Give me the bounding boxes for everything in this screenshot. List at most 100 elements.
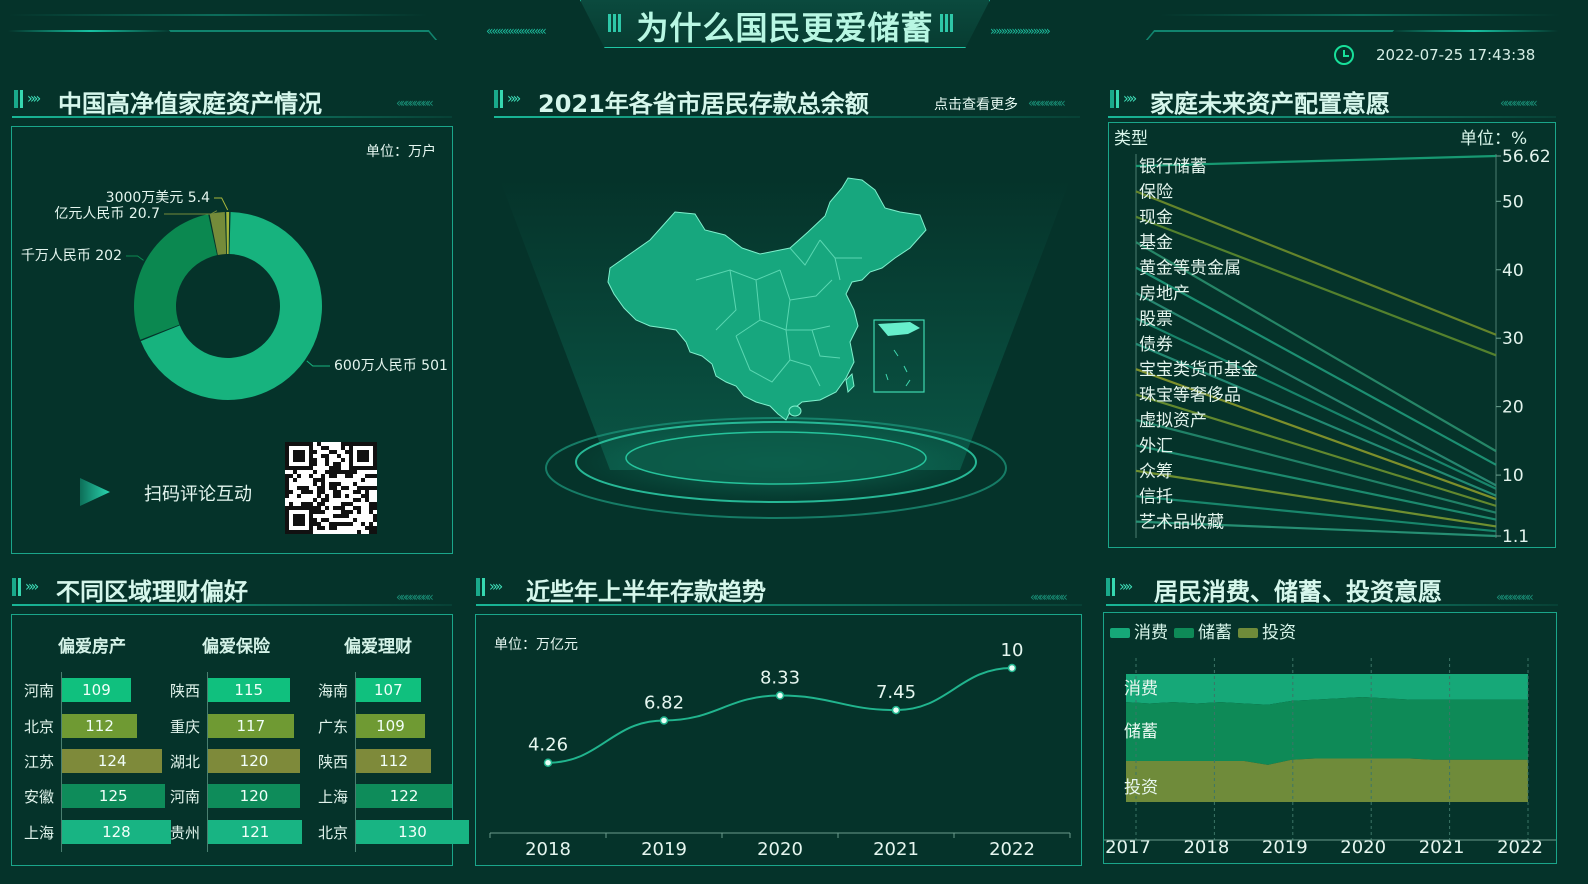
legend-swatch xyxy=(1110,628,1130,638)
map-more-link[interactable]: 点击查看更多 xyxy=(934,94,1018,114)
slope-category-label: 现金 xyxy=(1139,208,1173,228)
title-underline xyxy=(1106,604,1558,606)
qr-cell xyxy=(285,474,289,478)
qr-cell xyxy=(313,518,317,522)
qr-cell xyxy=(329,450,333,454)
slope-category-label: 黄金等贵金属 xyxy=(1139,259,1241,279)
qr-cell xyxy=(329,470,333,474)
slope-tick-label: 10 xyxy=(1502,466,1524,486)
donut-label: 600万人民币 501 xyxy=(334,358,448,374)
trend-value-label: 10 xyxy=(1001,640,1024,661)
qr-cell xyxy=(325,458,329,462)
qr-cell xyxy=(313,506,317,510)
donut-leader xyxy=(306,360,330,367)
qr-cell xyxy=(333,462,337,466)
title-tail: «««««««« xyxy=(1496,590,1534,604)
qr-cell xyxy=(365,526,369,530)
qr-cell xyxy=(285,486,289,490)
qr-cell xyxy=(357,486,361,490)
qr-cell xyxy=(361,522,365,526)
qr-finder-core xyxy=(357,450,369,462)
qr-cell xyxy=(285,478,289,482)
intent-area xyxy=(1126,697,1528,765)
qr-cell xyxy=(345,514,349,518)
qr-cell xyxy=(341,522,345,526)
qr-cell xyxy=(313,462,317,466)
slope-category-label: 珠宝等奢侈品 xyxy=(1139,386,1241,406)
qr-cell xyxy=(317,478,321,482)
qr-cell xyxy=(313,498,317,502)
qr-cell xyxy=(337,506,341,510)
qr-cell xyxy=(313,482,317,486)
qr-cell xyxy=(333,522,337,526)
qr-cell xyxy=(353,470,357,474)
region-bar: 120 xyxy=(208,784,300,808)
china-map[interactable] xyxy=(490,130,1080,550)
qr-cell xyxy=(341,514,345,518)
region-name: 北京 xyxy=(318,824,349,842)
qr-cell xyxy=(369,474,373,478)
qr-cell xyxy=(337,454,341,458)
qr-cell xyxy=(365,494,369,498)
qr-cell xyxy=(329,474,333,478)
qr-cell xyxy=(321,526,325,530)
qr-cell xyxy=(333,506,337,510)
region-bar: 124 xyxy=(62,749,163,773)
donut-leader xyxy=(126,255,144,261)
header-chevrons-right: »»»»»»»»»»» xyxy=(990,24,1051,38)
trend-value-label: 8.33 xyxy=(760,668,800,689)
qr-cell xyxy=(373,530,377,534)
title-deco: »» xyxy=(494,90,521,108)
qr-cell xyxy=(357,498,361,502)
qr-cell xyxy=(365,486,369,490)
qr-cell xyxy=(353,482,357,486)
region-bar: 109 xyxy=(62,678,131,702)
title-deco: »» xyxy=(1110,90,1137,108)
qr-cell xyxy=(349,502,353,506)
panel-title-allocation: 家庭未来资产配置意愿 xyxy=(1150,90,1390,118)
region-bar: 121 xyxy=(208,820,303,844)
qr-cell xyxy=(341,506,345,510)
title-deco: »» xyxy=(476,578,503,596)
donut-label: 亿元人民币 20.7 xyxy=(54,206,160,222)
slope-tick-label: 40 xyxy=(1502,261,1524,281)
qr-cell xyxy=(329,522,333,526)
qr-code-icon[interactable] xyxy=(285,442,377,534)
clock-icon xyxy=(1334,45,1354,65)
donut-label: 3000万美元 5.4 xyxy=(106,190,210,206)
trend-line-chart: 4.26 2018 6.82 2019 8.33 2020 7.45 2021 10 2022 xyxy=(489,640,1071,860)
slope-tick-label: 20 xyxy=(1502,398,1524,418)
region-bar: 120 xyxy=(208,749,300,773)
qr-cell xyxy=(345,502,349,506)
qr-cell xyxy=(369,502,373,506)
region-bar: 117 xyxy=(208,714,294,738)
region-bar: 125 xyxy=(62,784,165,808)
region-name: 河南 xyxy=(24,682,55,700)
qr-cell xyxy=(325,462,329,466)
allocation-slope-chart: 银行储蓄保险现金基金黄金等贵金属房地产股票债券宝宝类货币基金珠宝等奢侈品虚拟资产… xyxy=(1135,147,1551,547)
title-deco: »» xyxy=(14,90,41,108)
qr-cell xyxy=(349,510,353,514)
qr-cell xyxy=(333,514,337,518)
qr-cell xyxy=(373,526,377,530)
play-icon[interactable] xyxy=(78,476,112,508)
qr-cell xyxy=(345,474,349,478)
slope-category-label: 保险 xyxy=(1139,182,1173,202)
region-bar: 115 xyxy=(208,678,290,702)
title-deco: »» xyxy=(1106,578,1133,596)
header-connector-right xyxy=(1145,30,1395,40)
qr-cell xyxy=(285,490,289,494)
qr-cell xyxy=(345,494,349,498)
slope-tick-label: 1.1 xyxy=(1502,527,1529,547)
platform-inner xyxy=(625,431,927,485)
qr-cell xyxy=(321,454,325,458)
qr-cell xyxy=(325,498,329,502)
qr-cell xyxy=(369,506,373,510)
qr-cell xyxy=(349,522,353,526)
intent-area xyxy=(1126,758,1528,802)
panel-title-map: 2021年各省市居民存款总余额 xyxy=(538,90,869,118)
qr-cell xyxy=(293,470,297,474)
qr-cell xyxy=(305,502,309,506)
qr-cell xyxy=(321,478,325,482)
qr-cell xyxy=(337,470,341,474)
